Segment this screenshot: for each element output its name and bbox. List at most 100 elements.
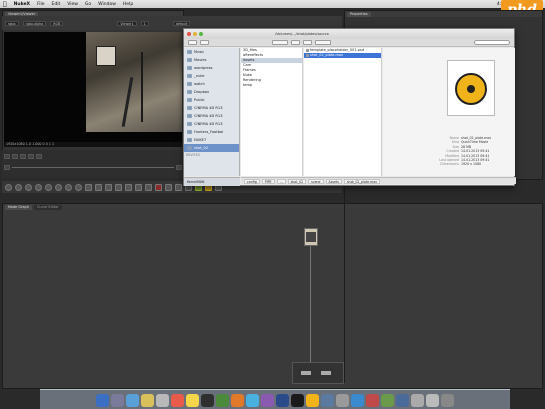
- in-point-button[interactable]: [4, 164, 10, 170]
- app-icon[interactable]: [381, 394, 394, 407]
- trash-icon[interactable]: [441, 394, 454, 407]
- metadata-tool-icon[interactable]: [115, 183, 122, 191]
- out-point-button[interactable]: [176, 164, 182, 170]
- play-back-button[interactable]: [12, 153, 18, 159]
- tab-node-graph[interactable]: Node Graph: [5, 204, 32, 210]
- itunes-icon[interactable]: [216, 394, 229, 407]
- calendar-icon[interactable]: [171, 394, 184, 407]
- viewer-input-select[interactable]: Viewer1: [117, 20, 137, 26]
- viewer-viewport[interactable]: [4, 32, 182, 142]
- other-tool-icon[interactable]: [135, 183, 142, 191]
- timeline-ruler[interactable]: [4, 153, 182, 159]
- minimize-icon[interactable]: [193, 32, 197, 36]
- channel-tool-icon[interactable]: [35, 183, 42, 191]
- display-select[interactable]: RGB: [50, 20, 64, 26]
- sidebar-item-wordpress[interactable]: wordpress: [184, 64, 239, 72]
- sidebar-item-cinema4d[interactable]: CINEMA 4D R13: [184, 104, 239, 112]
- safari-icon[interactable]: [126, 394, 139, 407]
- sidebar-item-nuke7[interactable]: NUKE7: [184, 136, 239, 144]
- firefox-icon[interactable]: [231, 394, 244, 407]
- menu-view[interactable]: View: [67, 2, 78, 7]
- sidebar-item-music[interactable]: Music: [184, 48, 239, 56]
- node-graph-minimap[interactable]: [292, 362, 344, 384]
- sidebar-item-shot[interactable]: shot_02: [184, 144, 239, 152]
- draw-tool-icon[interactable]: [15, 183, 22, 191]
- list-item[interactable]: shot_02_plate.mov: [304, 53, 381, 58]
- preview-icon[interactable]: [321, 394, 334, 407]
- breadcrumb[interactable]: PIPE: [261, 178, 275, 184]
- forward-button[interactable]: [200, 40, 209, 45]
- menu-go[interactable]: Go: [85, 2, 91, 7]
- aftereffects-icon[interactable]: [276, 394, 289, 407]
- breadcrumb[interactable]: shot_02: [287, 178, 307, 184]
- frame-field[interactable]: [4, 153, 10, 159]
- sidebar-bottom-item[interactable]: KernelMAN: [184, 177, 240, 186]
- dialog-titlebar[interactable]: /Volumes/.../shot/plates/source: [184, 29, 514, 39]
- back-button[interactable]: [188, 40, 197, 45]
- terminal-icon[interactable]: [201, 394, 214, 407]
- merge-tool-icon[interactable]: [75, 183, 82, 191]
- close-icon[interactable]: [187, 32, 191, 36]
- read-node[interactable]: [304, 228, 318, 246]
- tab-properties[interactable]: Properties: [347, 11, 371, 17]
- skype-icon[interactable]: [246, 394, 259, 407]
- appstore-icon[interactable]: [351, 394, 364, 407]
- views-tool-icon[interactable]: [105, 183, 112, 191]
- lut-select[interactable]: default: [172, 20, 191, 26]
- app-icon[interactable]: [366, 394, 379, 407]
- launchpad-icon[interactable]: [111, 394, 124, 407]
- action-button[interactable]: [315, 40, 331, 45]
- photoshop-icon[interactable]: [261, 394, 274, 407]
- sidebar-item-hunters[interactable]: Hunters_Footbal: [184, 128, 239, 136]
- channel-select[interactable]: rgba: [5, 20, 19, 26]
- sidebar-item-movies[interactable]: Movies: [184, 56, 239, 64]
- filter-tool-icon[interactable]: [55, 183, 62, 191]
- gain-field[interactable]: 1: [140, 20, 149, 26]
- contacts-icon[interactable]: [156, 394, 169, 407]
- menu-file[interactable]: File: [37, 2, 45, 7]
- panel-divider[interactable]: [344, 183, 345, 383]
- step-back-button[interactable]: [28, 153, 34, 159]
- menu-window[interactable]: Window: [98, 2, 116, 7]
- color-tool-icon[interactable]: [45, 183, 52, 191]
- browser-column-1[interactable]: 3D_files aftereffects Assets Cam Frames …: [241, 48, 303, 176]
- view-list-button[interactable]: [291, 40, 300, 45]
- ocula-tool-icon[interactable]: [155, 183, 162, 191]
- plugin-tool-icon[interactable]: [175, 183, 182, 191]
- scrub-track[interactable]: [12, 166, 174, 168]
- menu-app[interactable]: NukeX: [14, 2, 30, 7]
- nuke-icon[interactable]: [306, 394, 319, 407]
- list-item[interactable]: temp: [241, 83, 302, 88]
- sidebar-item-cinema4d[interactable]: CINEMA 4D R13: [184, 120, 239, 128]
- apple-menu-icon[interactable]: : [3, 1, 7, 8]
- transform-tool-icon[interactable]: [85, 183, 92, 191]
- menu-help[interactable]: Help: [123, 2, 133, 7]
- search-input[interactable]: [474, 40, 510, 45]
- view-column-button[interactable]: [303, 40, 312, 45]
- finder-icon[interactable]: [96, 394, 109, 407]
- node-graph-panel[interactable]: Node Graph Curve Editor: [2, 203, 543, 389]
- alpha-select[interactable]: rgba.alpha: [22, 20, 47, 26]
- notes-icon[interactable]: [186, 394, 199, 407]
- toolsets-tool-icon[interactable]: [125, 183, 132, 191]
- browser-column-2[interactable]: template_placeholder_001.psd shot_02_pla…: [304, 48, 382, 176]
- play-forward-button[interactable]: [20, 153, 26, 159]
- furnace-tool-icon[interactable]: [145, 183, 152, 191]
- keyer-tool-icon[interactable]: [65, 183, 72, 191]
- cinema4d-icon[interactable]: [291, 394, 304, 407]
- breadcrumb[interactable]: Assets: [325, 178, 342, 184]
- breadcrumb[interactable]: config: [244, 178, 260, 184]
- mail-icon[interactable]: [141, 394, 154, 407]
- menu-edit[interactable]: Edit: [52, 2, 61, 7]
- sidebar-item-nuke[interactable]: _nuke: [184, 72, 239, 80]
- image-tool-icon[interactable]: [5, 183, 12, 191]
- documents-stack-icon[interactable]: [426, 394, 439, 407]
- view-mode-button[interactable]: [272, 40, 288, 45]
- app-icon[interactable]: [396, 394, 409, 407]
- tab-curve-editor[interactable]: Curve Editor: [33, 204, 62, 210]
- downloads-stack-icon[interactable]: [411, 394, 424, 407]
- time-tool-icon[interactable]: [25, 183, 32, 191]
- sidebar-item-cinema4d[interactable]: CINEMA 4D R13: [184, 112, 239, 120]
- system-preferences-icon[interactable]: [336, 394, 349, 407]
- breadcrumb[interactable]: ...: [276, 178, 286, 184]
